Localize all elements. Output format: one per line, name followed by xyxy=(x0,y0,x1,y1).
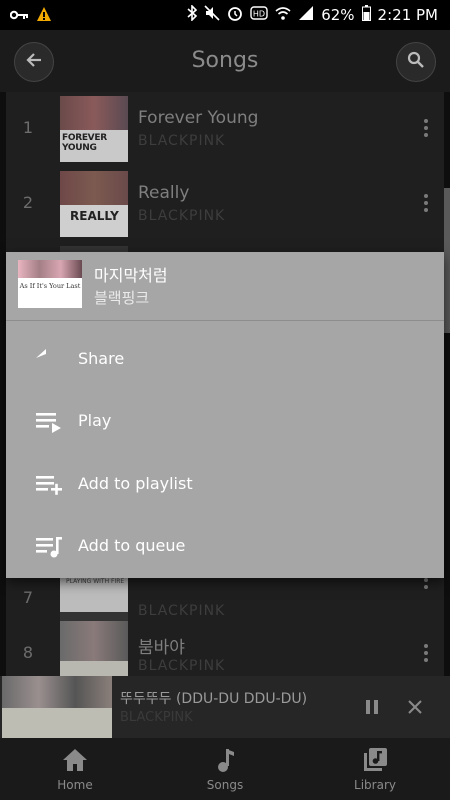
more-vert-icon[interactable] xyxy=(424,643,430,663)
share-icon xyxy=(34,346,64,374)
thumbnail-text: As If It's Your Last xyxy=(19,282,81,290)
page-title: Songs xyxy=(191,48,259,73)
nav-home[interactable]: Home xyxy=(0,738,150,800)
clock-text: 2:21 PM xyxy=(377,6,438,24)
menu-item-label: Play xyxy=(78,411,112,430)
album-thumbnail: REALLY xyxy=(60,171,128,237)
sheet-song-title: 마지막처럼 xyxy=(94,266,168,285)
app-bar: Songs xyxy=(0,30,450,92)
thumbnail-text: PLAYING WITH FIRE xyxy=(66,578,125,585)
alarm-icon xyxy=(227,5,243,25)
hd-icon: HD xyxy=(250,6,268,24)
track-number: 7 xyxy=(22,588,34,607)
play-icon xyxy=(34,408,64,436)
song-artist: BLACKPINK xyxy=(138,658,226,674)
more-vert-icon[interactable] xyxy=(424,118,430,138)
track-number: 8 xyxy=(22,643,34,662)
add-to-queue-icon xyxy=(34,533,64,561)
now-playing-artist: BLACKPINK xyxy=(120,710,193,725)
library-icon xyxy=(361,746,389,774)
track-number: 2 xyxy=(22,193,34,212)
search-button[interactable] xyxy=(396,42,436,82)
menu-item-add-to-playlist[interactable]: Add to playlist xyxy=(6,454,444,516)
album-thumbnail: FOREVER YOUNG xyxy=(60,96,128,162)
mute-icon xyxy=(204,5,220,25)
warning-icon xyxy=(36,6,52,26)
home-icon xyxy=(61,746,89,774)
song-artist: BLACKPINK xyxy=(138,208,226,224)
menu-item-label: Share xyxy=(78,349,125,368)
menu-item-add-to-queue[interactable]: Add to queue xyxy=(6,516,444,578)
menu-item-label: Add to playlist xyxy=(78,474,193,493)
sheet-song-artist: 블랙핑크 xyxy=(94,289,150,307)
bluetooth-icon xyxy=(187,4,198,25)
track-number: 1 xyxy=(22,118,34,137)
wifi-icon xyxy=(275,5,291,25)
menu-item-play[interactable]: Play xyxy=(6,391,444,453)
search-icon xyxy=(407,51,425,73)
more-vert-icon[interactable] xyxy=(424,193,430,213)
album-thumbnail: As If It's Your Last xyxy=(18,260,82,308)
nav-songs[interactable]: Songs xyxy=(150,738,300,800)
nav-label: Songs xyxy=(206,778,244,792)
status-bar: HD 62% 2:21 PM xyxy=(0,0,450,30)
battery-text: 62% xyxy=(321,6,355,24)
nav-label: Home xyxy=(57,778,93,792)
bottom-nav: Home Songs Library xyxy=(0,738,450,800)
pause-button[interactable] xyxy=(364,698,380,720)
key-icon xyxy=(9,7,28,25)
album-thumbnail xyxy=(2,676,112,738)
song-artist: BLACKPINK xyxy=(138,133,226,149)
battery-icon xyxy=(361,5,371,25)
song-title: Forever Young xyxy=(138,108,259,128)
signal-icon xyxy=(298,5,314,25)
now-playing-title: 뚜두뚜두 (DDU-DU DDU-DU) xyxy=(120,691,308,707)
close-icon[interactable] xyxy=(406,698,424,720)
nav-library[interactable]: Library xyxy=(300,738,450,800)
nav-label: Library xyxy=(354,778,396,792)
song-title: 붐바야 xyxy=(138,638,185,658)
menu-item-label: Add to queue xyxy=(78,536,186,555)
list-item[interactable]: 2 REALLY Really BLACKPINK xyxy=(6,167,444,242)
add-to-playlist-icon xyxy=(34,471,64,499)
thumbnail-text: REALLY xyxy=(70,209,119,223)
thumbnail-text: FOREVER YOUNG xyxy=(62,133,107,153)
song-title: Really xyxy=(138,183,190,203)
list-item[interactable]: 1 FOREVER YOUNG Forever Young BLACKPINK xyxy=(6,92,444,167)
sheet-header: As If It's Your Last 마지막처럼 블랙핑크 xyxy=(6,252,444,321)
mini-player[interactable]: 뚜두뚜두 (DDU-DU DDU-DU) BLACKPINK xyxy=(0,676,450,738)
song-options-sheet: As If It's Your Last 마지막처럼 블랙핑크 Share Pl… xyxy=(6,252,444,578)
scrollbar[interactable] xyxy=(444,188,450,333)
svg-text:HD: HD xyxy=(253,10,265,19)
music-note-icon xyxy=(211,746,239,774)
menu-item-share[interactable]: Share xyxy=(6,329,444,391)
